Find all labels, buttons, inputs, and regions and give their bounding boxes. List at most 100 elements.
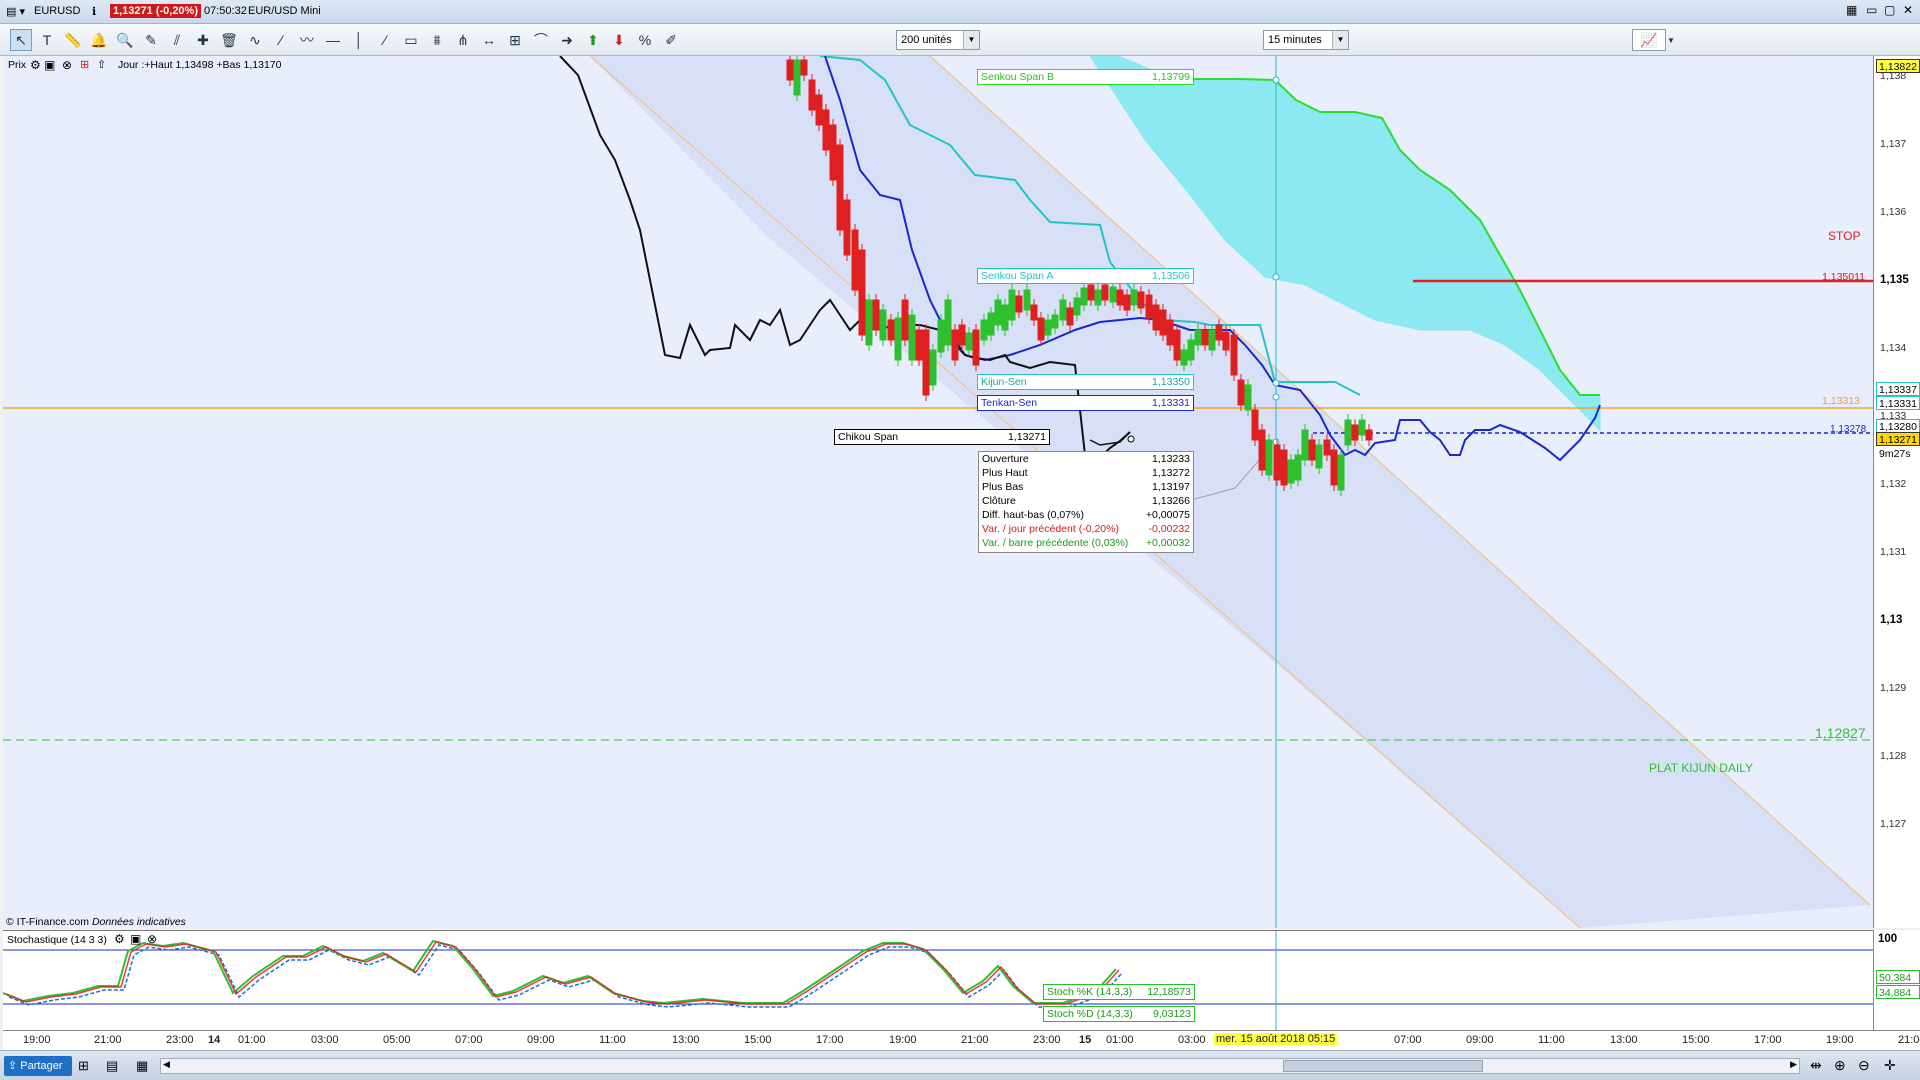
price-axis[interactable]: 1,138 1,137 1,136 1,135 1,134 1,133 1,132 1,131…: [1873, 56, 1920, 928]
info-icon[interactable]: ℹ: [92, 5, 96, 18]
panel-up-icon[interactable]: ⇧: [97, 58, 106, 71]
candle-body: [1173, 329, 1181, 361]
scrollbar-thumb[interactable]: [1283, 1060, 1483, 1072]
infobox-row: Var. / jour précédent (-0,20%) -0,00232: [979, 522, 1193, 536]
pitchfork-icon[interactable]: ⋔: [452, 29, 474, 51]
share-button[interactable]: ⇪ Partager: [4, 1056, 72, 1076]
zoom-in-icon[interactable]: ⊕: [1834, 1057, 1846, 1074]
chart-type-icon[interactable]: 📈: [1632, 29, 1666, 51]
pencil-tool-icon[interactable]: ✐: [660, 29, 682, 51]
fit-icon[interactable]: ⇹: [1810, 1057, 1822, 1074]
magnet-icon[interactable]: ✎: [140, 29, 162, 51]
candle-body: [843, 199, 851, 256]
ruler-tool-icon[interactable]: 📏: [62, 29, 84, 51]
right-arrow-icon[interactable]: ➜: [556, 29, 578, 51]
chevron-down-icon: ▼: [1332, 31, 1348, 49]
channel-tool-icon[interactable]: ⫽: [166, 29, 188, 51]
candle-body: [1145, 294, 1153, 319]
units-select[interactable]: 200 unités ▼: [896, 30, 980, 50]
time-tick-label: 19:00: [1826, 1034, 1854, 1046]
table-icon[interactable]: ▦: [136, 1058, 148, 1074]
chart-type-dropdown-icon[interactable]: ▼: [1664, 29, 1678, 51]
time-tick-label: 21:00: [94, 1034, 122, 1046]
symbol-label[interactable]: EURUSD: [34, 5, 80, 17]
candle-body: [994, 299, 1002, 326]
price-panel-label: Prix: [8, 59, 27, 71]
close-icon[interactable]: ✕: [1903, 3, 1913, 17]
infobox-row-value: +0,00032: [1145, 537, 1190, 549]
panel-window-icon[interactable]: ▣: [44, 58, 55, 72]
window-menu-icon[interactable]: ▦: [1846, 3, 1857, 17]
trash-icon[interactable]: 🗑: [218, 29, 240, 51]
stochastic-svg: [2, 931, 1873, 1031]
infobox-row: Plus Bas 1,13197: [979, 480, 1193, 494]
time-tick-label: 21:00: [1898, 1034, 1920, 1046]
stochastic-close-icon[interactable]: ⊗: [147, 932, 157, 946]
horizontal-scrollbar[interactable]: ◀ ▶: [160, 1058, 1800, 1074]
candle-body: [901, 299, 909, 341]
stoch-k-name: Stoch %K (14,3,3): [1047, 986, 1133, 998]
candle-body: [1301, 429, 1309, 461]
panel-add-icon[interactable]: ⊞: [80, 58, 89, 71]
candle-body: [1137, 291, 1145, 309]
buy-arrow-icon[interactable]: ⬆: [582, 29, 604, 51]
stoch-d-label: Stoch %D (14,3,3) 9,03123: [1043, 1006, 1195, 1022]
vertical-line-icon[interactable]: │: [348, 29, 370, 51]
sell-arrow-icon[interactable]: ⬇: [608, 29, 630, 51]
pointer-tool-icon[interactable]: ↖: [10, 29, 32, 51]
timeframe-select[interactable]: 15 minutes ▼: [1263, 30, 1349, 50]
crosshair-icon[interactable]: ✚: [192, 29, 214, 51]
kijun-marker: [1272, 379, 1280, 387]
scroll-left-icon[interactable]: ◀: [163, 1059, 170, 1070]
wave-tool-icon[interactable]: 〰: [296, 29, 318, 51]
panel-settings-icon[interactable]: ⚙: [30, 58, 41, 72]
calculator-icon[interactable]: ▤: [106, 1058, 118, 1074]
price-tick-label: 1,131: [1880, 546, 1907, 558]
senkou-b-label: Senkou Span B 1,13799: [977, 69, 1194, 85]
alert-bell-icon[interactable]: 🔔: [88, 29, 110, 51]
indicator-icon[interactable]: ∿: [244, 29, 266, 51]
zoom-icon[interactable]: 🔍: [114, 29, 136, 51]
stop-label: STOP: [1828, 229, 1861, 243]
candle-body: [822, 109, 830, 151]
text-tool-icon[interactable]: T: [36, 29, 58, 51]
horizontal-line-icon[interactable]: —: [322, 29, 344, 51]
stoch-k-value: 12,18573: [1147, 986, 1191, 998]
stochastic-panel[interactable]: [2, 930, 1873, 1031]
panel-close-icon[interactable]: ⊗: [62, 58, 72, 72]
stochastic-window-icon[interactable]: ▣: [130, 932, 141, 946]
percent-tool-icon[interactable]: %: [634, 29, 656, 51]
infobox-row: Plus Haut 1,13272: [979, 466, 1193, 480]
time-tick-label: 15:00: [1682, 1034, 1710, 1046]
candle-body: [1015, 295, 1023, 313]
menu-icon[interactable]: ▤ ▾: [6, 5, 25, 18]
candle-body: [1008, 289, 1016, 321]
minimize-icon[interactable]: ▭: [1866, 3, 1877, 17]
kijun-label: Kijun-Sen 1,13350: [977, 374, 1194, 390]
stochastic-settings-icon[interactable]: ⚙: [114, 932, 125, 946]
fibonacci-icon[interactable]: ⩩: [426, 29, 448, 51]
rectangle-tool-icon[interactable]: ▭: [400, 29, 422, 51]
time-tick-label: 17:00: [1754, 1034, 1782, 1046]
infobox-row: Clôture 1,13266: [979, 494, 1193, 508]
time-tick-label: 13:00: [1610, 1034, 1638, 1046]
candle-body: [1152, 304, 1160, 331]
zoom-out-icon[interactable]: ⊖: [1858, 1057, 1870, 1074]
arrow-tool-icon[interactable]: ↔: [478, 29, 500, 51]
candle-body: [1180, 349, 1188, 366]
candle-body: [894, 317, 902, 361]
price-chart[interactable]: [3, 56, 1873, 928]
crosshair-mode-icon[interactable]: ✛: [1884, 1057, 1896, 1074]
tenkan-name: Tenkan-Sen: [981, 397, 1038, 409]
time-axis[interactable]: 19:00 21:00 23:00 14 01:00 03:00 05:00 07:00 09:…: [3, 1030, 1920, 1050]
price-tick-label: 1,134: [1880, 342, 1907, 354]
maximize-icon[interactable]: ▢: [1884, 3, 1895, 17]
arc-tool-icon[interactable]: ⌒: [530, 29, 552, 51]
gann-icon[interactable]: ⊞: [504, 29, 526, 51]
candle-body: [922, 329, 930, 396]
trendline-icon[interactable]: ∕: [270, 29, 292, 51]
line-tool-icon[interactable]: ⁄: [374, 29, 396, 51]
scroll-right-icon[interactable]: ▶: [1790, 1059, 1797, 1070]
chikou-value: 1,13271: [1008, 431, 1046, 443]
layout-icon[interactable]: ⊞: [78, 1058, 89, 1074]
